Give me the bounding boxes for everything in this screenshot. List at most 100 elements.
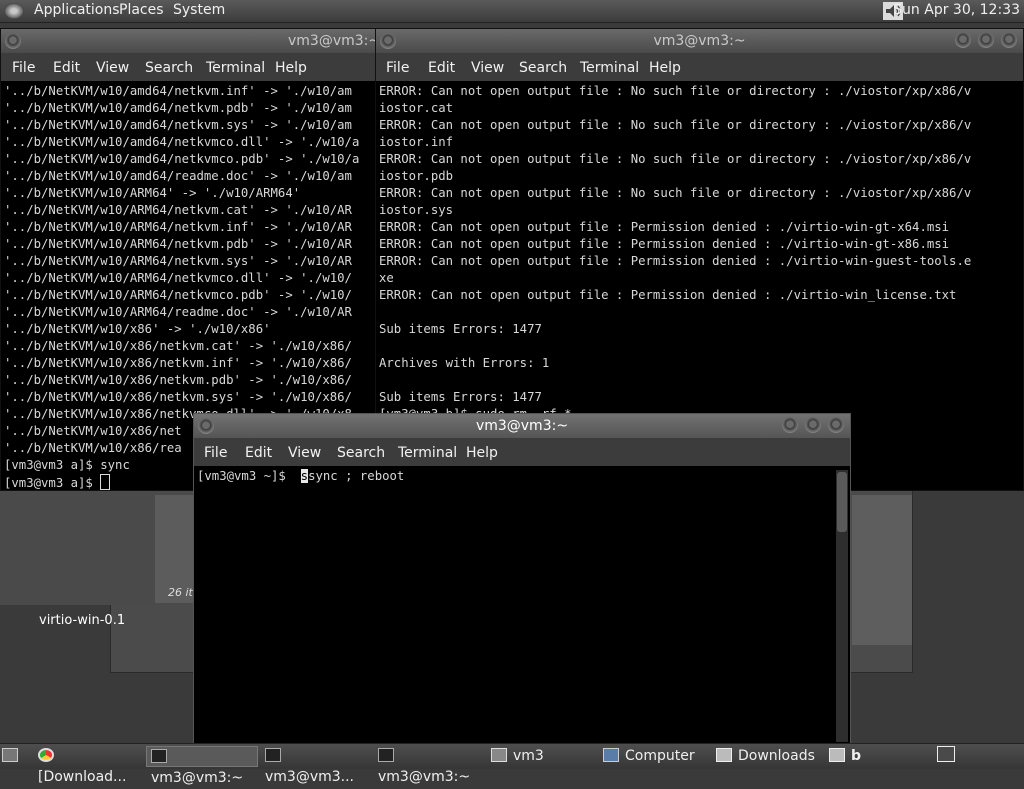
terminal-line: '../b/NetKVM/w10/ARM64/netkvmco.dll' -> …: [4, 271, 352, 285]
terminal-line: iostor.pdb: [379, 169, 454, 183]
terminal-line: Sub items Errors: 1477: [379, 390, 542, 404]
terminal-line: ERROR: Can not open output file : No suc…: [379, 186, 972, 200]
terminal-window-front[interactable]: vm3@vm3:~ File Edit View Search Terminal…: [193, 413, 851, 745]
terminal-line: '../b/NetKVM/w10/amd64/netkvm.pdb' -> '.…: [4, 101, 352, 115]
terminal-line: '../b/NetKVM/w10/ARM64/netkvm.sys' -> '.…: [4, 254, 352, 268]
menu-search[interactable]: Search: [145, 60, 193, 76]
menu-edit[interactable]: Edit: [428, 60, 455, 76]
taskbar-item-b[interactable]: b: [829, 746, 889, 767]
taskbar-label: vm3: [513, 748, 544, 764]
window-titlebar[interactable]: vm3@vm3:~: [376, 29, 1023, 53]
menu-file[interactable]: File: [386, 60, 409, 76]
taskbar-label: b: [851, 748, 862, 764]
menu-edit[interactable]: Edit: [245, 445, 272, 461]
menu-help[interactable]: Help: [649, 60, 681, 76]
menu-terminal[interactable]: Terminal: [398, 445, 457, 461]
show-desktop-button[interactable]: [2, 746, 22, 767]
chrome-icon: [38, 748, 54, 762]
terminal-line: xe: [379, 271, 394, 285]
menu-terminal[interactable]: Terminal: [580, 60, 639, 76]
terminal-line: '../b/NetKVM/w10/x86/netkvm.inf' -> './w…: [4, 356, 352, 370]
taskbar-item-terminal[interactable]: vm3@vm3...: [265, 746, 375, 785]
taskbar-item-browser[interactable]: [Download...: [38, 746, 142, 785]
command-text: sync ; reboot: [308, 469, 405, 483]
terminal-line: ERROR: Can not open output file : Permis…: [379, 220, 950, 234]
menu-view[interactable]: View: [96, 60, 129, 76]
terminal-line: '../b/NetKVM/w10/x86' -> './w10/x86': [4, 322, 271, 336]
places-menu[interactable]: Places: [119, 2, 164, 18]
maximize-icon[interactable]: [978, 32, 994, 48]
taskbar-label: [Download...: [38, 769, 127, 785]
menu-search[interactable]: Search: [519, 60, 567, 76]
taskbar-item-terminal[interactable]: vm3@vm3:~: [378, 746, 488, 785]
window-menu-icon[interactable]: [5, 33, 21, 49]
desktop-file-label[interactable]: virtio-win-0.1: [39, 613, 125, 628]
menu-file[interactable]: File: [204, 445, 227, 461]
window-menu-icon[interactable]: [380, 33, 396, 49]
maximize-icon[interactable]: [805, 417, 821, 433]
terminal-line: '../b/NetKVM/w10/ARM64/readme.doc' -> '.…: [4, 305, 352, 319]
terminal-line: '../b/NetKVM/w10/x86/netkvm.pdb' -> './w…: [4, 373, 352, 387]
terminal-line: ERROR: Can not open output file : No suc…: [379, 84, 972, 98]
terminal-line: '../b/NetKVM/w10/amd64/readme.doc' -> '.…: [4, 169, 352, 183]
terminal-line: '../b/NetKVM/w10/amd64/netkvmco.pdb' -> …: [4, 152, 360, 166]
workspace-switcher[interactable]: [937, 746, 959, 767]
taskbar-label: Downloads: [738, 748, 815, 764]
terminal-line: '../b/NetKVM/w10/amd64/netkvm.sys' -> '.…: [4, 118, 352, 132]
terminal-line: '../b/NetKVM/w10/amd64/netkvmco.dll' -> …: [4, 135, 360, 149]
minimize-icon[interactable]: [955, 32, 971, 48]
menubar: File Edit View Search Terminal Help: [194, 438, 850, 466]
terminal-icon: [265, 748, 281, 762]
terminal-output[interactable]: [vm3@vm3 ~]$ ssync ; reboot: [197, 468, 834, 744]
terminal-line: Sub items Errors: 1477: [379, 322, 542, 336]
gnome-foot-icon[interactable]: [4, 3, 24, 19]
terminal-line: ERROR: Can not open output file : Permis…: [379, 254, 972, 268]
folder-icon: [716, 748, 732, 762]
applications-menu[interactable]: Applications: [34, 2, 120, 18]
taskbar-label: Computer: [625, 748, 695, 764]
menu-file[interactable]: File: [12, 60, 35, 76]
taskbar-label: vm3@vm3:~: [378, 769, 471, 785]
menu-view[interactable]: View: [288, 445, 321, 461]
taskbar-item-home[interactable]: vm3: [491, 746, 591, 767]
system-menu[interactable]: System: [173, 2, 225, 18]
terminal-icon: [378, 748, 394, 762]
menubar: File Edit View Search Terminal Help: [376, 53, 1023, 81]
terminal-line: Archives with Errors: 1: [379, 356, 550, 370]
close-icon[interactable]: [828, 417, 844, 433]
shell-prompt: [vm3@vm3 a]$: [4, 476, 101, 490]
terminal-icon: [151, 749, 167, 763]
window-title: vm3@vm3:~/a: [288, 33, 377, 49]
close-icon[interactable]: [1001, 32, 1017, 48]
window-menu-icon[interactable]: [198, 418, 214, 434]
terminal-line: '../b/NetKVM/w10/ARM64/netkvm.inf' -> '.…: [4, 220, 352, 234]
scrollbar-thumb[interactable]: [837, 472, 847, 532]
menu-view[interactable]: View: [471, 60, 504, 76]
terminal-line: ERROR: Can not open output file : Permis…: [379, 288, 957, 302]
home-folder-icon: [491, 748, 507, 762]
minimize-icon[interactable]: [782, 417, 798, 433]
terminal-line: ERROR: Can not open output file : Permis…: [379, 237, 950, 251]
terminal-line: '../b/NetKVM/w10/x86/netkvm.cat' -> './w…: [4, 339, 352, 353]
menu-terminal[interactable]: Terminal: [206, 60, 265, 76]
clock[interactable]: Sun Apr 30, 12:33: [893, 2, 1020, 18]
terminal-line: '../b/NetKVM/w10/ARM64/netkvm.cat' -> '.…: [4, 203, 352, 217]
taskbar-item-downloads[interactable]: Downloads: [716, 746, 821, 767]
window-titlebar[interactable]: vm3@vm3:~/a: [1, 29, 377, 53]
menu-help[interactable]: Help: [275, 60, 307, 76]
scrollbar[interactable]: [836, 470, 848, 742]
menu-search[interactable]: Search: [337, 445, 385, 461]
terminal-line: '../b/NetKVM/w10/ARM64/netkvmco.pdb' -> …: [4, 288, 352, 302]
terminal-line: '../b/NetKVM/w10/amd64/netkvm.inf' -> '.…: [4, 84, 352, 98]
taskbar-item-computer[interactable]: Computer: [603, 746, 708, 767]
menu-help[interactable]: Help: [466, 445, 498, 461]
window-titlebar[interactable]: vm3@vm3:~: [194, 414, 850, 438]
terminal-line: ERROR: Can not open output file : No suc…: [379, 152, 972, 166]
taskbar-item-terminal-active[interactable]: vm3@vm3:~: [146, 746, 258, 786]
text-cursor: s: [300, 469, 309, 483]
menu-edit[interactable]: Edit: [53, 60, 80, 76]
window-title: vm3@vm3:~: [475, 418, 569, 434]
workspace-icon: [937, 746, 955, 762]
